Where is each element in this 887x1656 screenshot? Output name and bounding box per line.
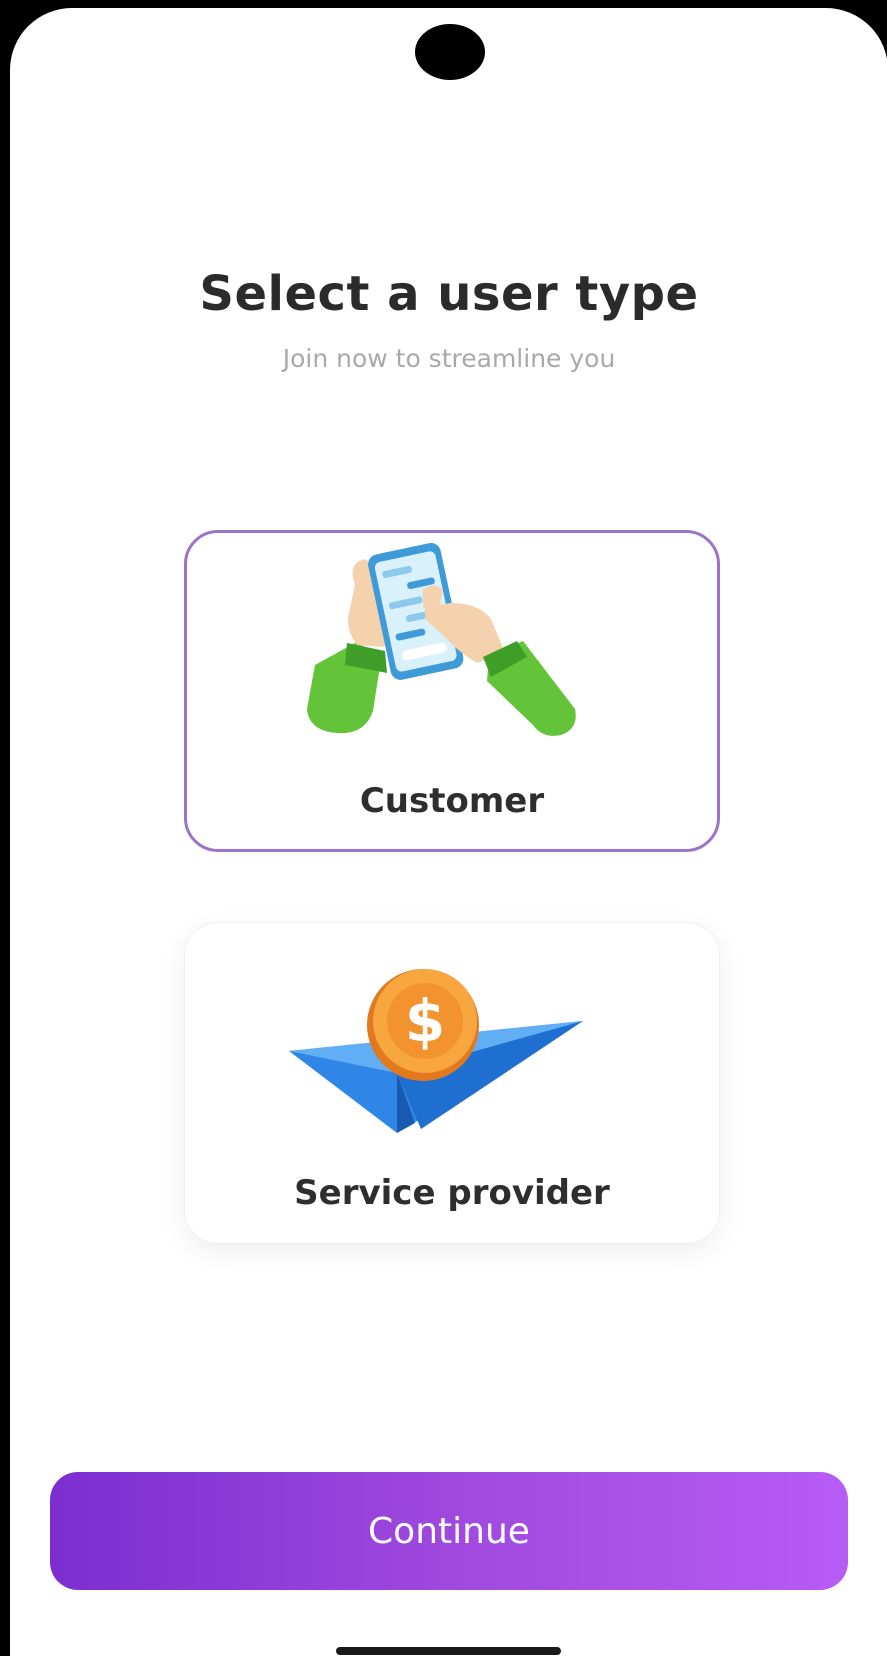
page-subtitle: Join now to streamline you — [282, 344, 616, 373]
hands-holding-phone-icon — [187, 533, 717, 763]
user-type-label-service-provider: Service provider — [294, 1173, 610, 1213]
user-type-card-service-provider[interactable]: $ Service provider — [184, 922, 720, 1244]
front-camera-cutout — [415, 24, 485, 80]
svg-text:$: $ — [405, 987, 445, 1055]
home-indicator[interactable] — [336, 1647, 561, 1655]
device-frame: Select a user type Join now to streamlin… — [0, 0, 887, 1656]
app-screen: Select a user type Join now to streamlin… — [10, 8, 887, 1656]
user-type-card-customer[interactable]: Customer — [184, 530, 720, 852]
user-type-label-customer: Customer — [359, 781, 545, 821]
continue-button[interactable]: Continue — [50, 1472, 848, 1590]
paper-plane-coin-icon: $ — [185, 923, 719, 1153]
page-title: Select a user type — [199, 266, 699, 322]
